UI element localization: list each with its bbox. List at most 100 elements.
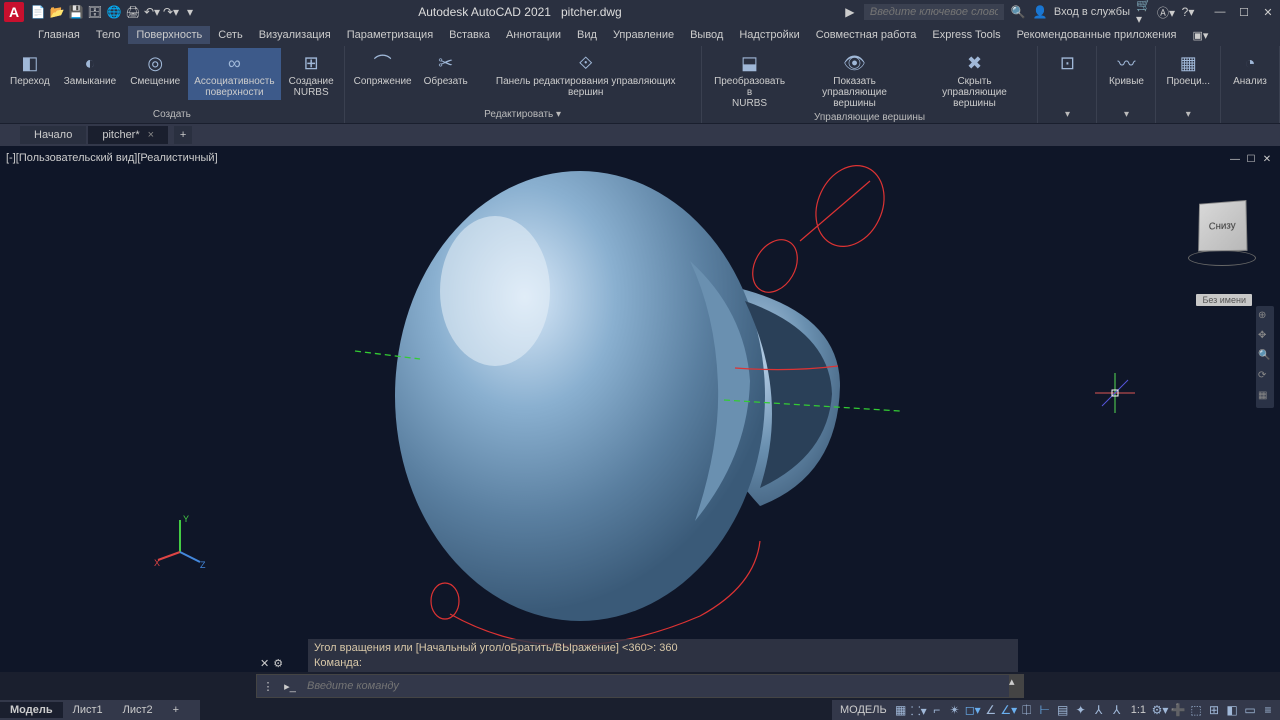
cmd-opts-icon[interactable]: ⚙ [273, 657, 283, 670]
ribbon-label: Преобразовать в NURBS [712, 76, 788, 109]
user-icon[interactable]: 👤 [1032, 4, 1048, 20]
login-link[interactable]: Вход в службы [1054, 6, 1130, 18]
dyn-icon[interactable]: ⊢ [1037, 702, 1053, 718]
ribbon-кривые[interactable]: 〰Кривые [1101, 48, 1151, 89]
osnap-icon[interactable]: ◻▾ [965, 702, 981, 718]
ribbon-панель-редактирования-управляющих-вершин[interactable]: ⟐Панель редактирования управляющих верши… [475, 48, 697, 100]
isolate-icon[interactable]: ◧ [1224, 702, 1240, 718]
ribbon-преобразовать-в[interactable]: ⬓Преобразовать в NURBS [706, 48, 794, 111]
cmd-prompt-icon[interactable]: ▸_ [281, 677, 299, 695]
model-canvas[interactable] [0, 146, 1280, 672]
cmd-handle-icon[interactable]: ⋮ [259, 677, 277, 695]
save-icon[interactable]: 💾 [68, 4, 84, 20]
filter-icon[interactable]: ▤ [1055, 702, 1071, 718]
apps-icon[interactable]: Ⓐ▾ [1158, 4, 1174, 20]
menu-аннотации[interactable]: Аннотации [498, 26, 569, 44]
hardware-icon[interactable]: ⊞ [1206, 702, 1222, 718]
menu-визуализация[interactable]: Визуализация [251, 26, 339, 44]
tab-model[interactable]: Модель [0, 702, 63, 718]
share-icon[interactable]: ▶ [842, 4, 858, 20]
maximize-button[interactable]: ☐ [1236, 4, 1252, 20]
saveas-icon[interactable]: 🗄 [87, 4, 103, 20]
open-icon[interactable]: 📂 [49, 4, 65, 20]
new-icon[interactable]: 📄 [30, 4, 46, 20]
search-go-icon[interactable]: 🔍 [1010, 4, 1026, 20]
ribbon-анализ[interactable]: ◔Анализ [1225, 48, 1275, 89]
menu-рекомендованные приложения[interactable]: Рекомендованные приложения [1009, 26, 1185, 44]
add-layout-button[interactable]: + [163, 702, 189, 718]
minimize-button[interactable]: — [1212, 4, 1228, 20]
menu-управление[interactable]: Управление [605, 26, 682, 44]
cart-icon[interactable]: 🛒▾ [1136, 4, 1152, 20]
status-model[interactable]: МОДЕЛЬ [836, 704, 891, 716]
command-input[interactable] [301, 680, 1009, 692]
ribbon-сопряжение[interactable]: ⌒Сопряжение [349, 48, 417, 89]
tab-layout2[interactable]: Лист2 [113, 702, 163, 718]
menu-главная[interactable]: Главная [30, 26, 88, 44]
menu-вставка[interactable]: Вставка [441, 26, 498, 44]
gizmo-icon[interactable]: ✦ [1073, 702, 1089, 718]
viewcube[interactable]: Снизу [1184, 196, 1260, 272]
ribbon-смещение[interactable]: ◎Смещение [124, 48, 186, 89]
app-logo[interactable]: A [4, 2, 24, 22]
undo-icon[interactable]: ↶▾ [144, 4, 160, 20]
menu-сеть[interactable]: Сеть [210, 26, 250, 44]
ribbon-проеци...[interactable]: ▦Проеци... [1160, 48, 1216, 89]
annoscale-icon[interactable]: ⅄ [1091, 702, 1107, 718]
otrack-icon[interactable]: ∠▾ [1001, 702, 1017, 718]
zoom-icon[interactable]: 🔍 [1258, 350, 1272, 364]
menu-вывод[interactable]: Вывод [682, 26, 731, 44]
units-icon[interactable]: ⬚ [1188, 702, 1204, 718]
plot-icon[interactable]: 🖨 [125, 4, 141, 20]
web-icon[interactable]: 🌐 [106, 4, 122, 20]
help-icon[interactable]: ?▾ [1180, 4, 1196, 20]
pan-icon[interactable]: ✥ [1258, 330, 1272, 344]
tab-start[interactable]: Начало [20, 126, 86, 144]
tab-pitcher[interactable]: pitcher*× [88, 126, 168, 144]
menu-параметризация[interactable]: Параметризация [339, 26, 441, 44]
cleanscreen-icon[interactable]: ▭ [1242, 702, 1258, 718]
ortho-icon[interactable]: ⌐ [929, 702, 945, 718]
grid-icon[interactable]: ▦ [893, 702, 909, 718]
workspace-icon[interactable]: ⚙▾ [1152, 702, 1168, 718]
3dosnap-icon[interactable]: ∠ [983, 702, 999, 718]
viewport[interactable]: [-][Пользовательский вид][Реалистичный] … [0, 146, 1280, 672]
search-input[interactable] [864, 4, 1004, 20]
ribbon-создание[interactable]: ⊞Создание NURBS [283, 48, 340, 100]
tab-close-icon[interactable]: × [148, 129, 154, 141]
menu-надстройки[interactable]: Надстройки [731, 26, 807, 44]
ribbon-item[interactable]: ⊡ [1042, 48, 1092, 78]
annovis-icon[interactable]: ⅄ [1109, 702, 1125, 718]
menu-поверхность[interactable]: Поверхность [128, 26, 210, 44]
menu-featured[interactable]: ▣▾ [1184, 26, 1216, 45]
customize-icon[interactable]: ≡ [1260, 702, 1276, 718]
close-button[interactable]: ✕ [1260, 4, 1276, 20]
polar-icon[interactable]: ✴ [947, 702, 963, 718]
view-badge[interactable]: Без имени [1196, 294, 1252, 306]
ribbon-ассоциативность[interactable]: ∞Ассоциативность поверхности [188, 48, 280, 100]
menu-тело[interactable]: Тело [88, 26, 129, 44]
menu-совместная работа[interactable]: Совместная работа [808, 26, 925, 44]
menu-express tools[interactable]: Express Tools [924, 26, 1008, 44]
menu-вид[interactable]: Вид [569, 26, 605, 44]
orbit-icon[interactable]: ⟳ [1258, 370, 1272, 384]
qat-more-icon[interactable]: ▾ [182, 4, 198, 20]
redo-icon[interactable]: ↷▾ [163, 4, 179, 20]
snap-icon[interactable]: ⸬▾ [911, 702, 927, 718]
cmd-scroll[interactable]: ▴ [1009, 675, 1023, 697]
ribbon-обрезать[interactable]: ✂Обрезать [418, 48, 472, 89]
ribbon-group-title: Редактировать ▾ [349, 108, 697, 121]
ribbon-переход[interactable]: ◧Переход [4, 48, 56, 89]
tab-layout1[interactable]: Лист1 [63, 702, 113, 718]
nav-wheel-icon[interactable]: ⊕ [1258, 310, 1272, 324]
command-line[interactable]: ⋮ ▸_ ▴ [256, 674, 1024, 698]
dynucs-icon[interactable]: ⎅ [1019, 702, 1035, 718]
cmd-close-icon[interactable]: ✕ [260, 657, 269, 670]
ribbon-замыкание[interactable]: ◐Замыкание [58, 48, 123, 89]
new-tab-button[interactable]: + [174, 126, 192, 144]
scale-label[interactable]: 1:1 [1127, 704, 1150, 716]
showmotion-icon[interactable]: ▦ [1258, 390, 1272, 404]
annomonitor-icon[interactable]: ➕ [1170, 702, 1186, 718]
ribbon-показать[interactable]: 👁Показать управляющие вершины [796, 48, 914, 111]
ribbon-скрыть[interactable]: ✖Скрыть управляющие вершины [916, 48, 1034, 111]
